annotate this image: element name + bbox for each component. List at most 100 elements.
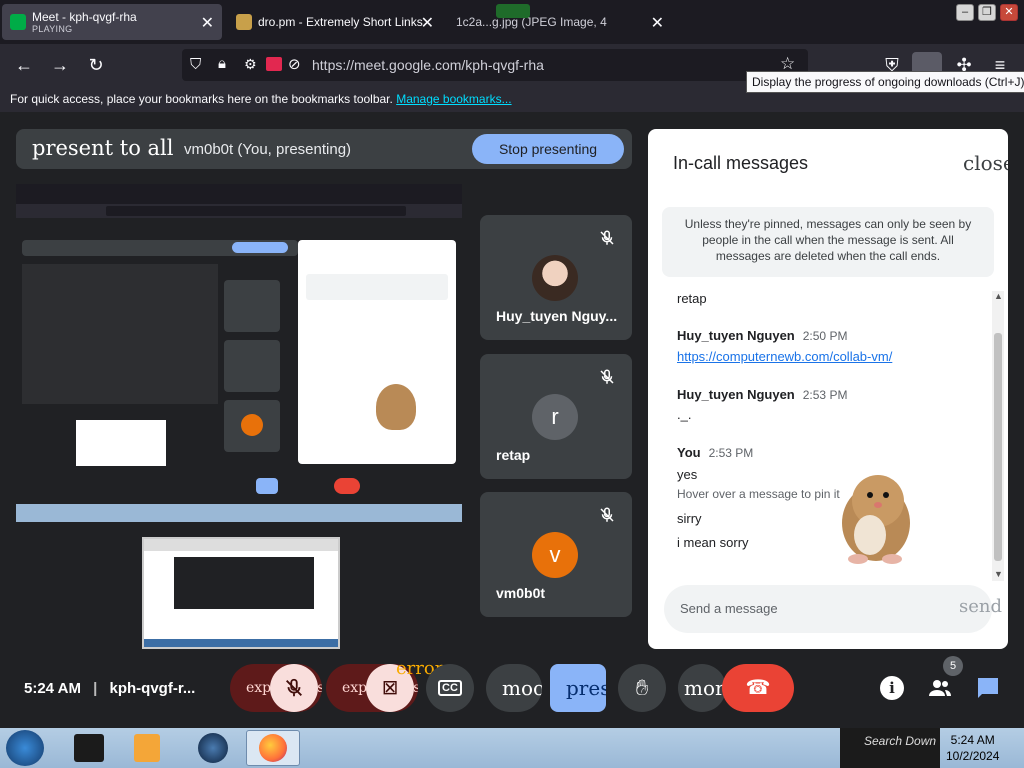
stop-presenting-button[interactable]: Stop presenting	[472, 134, 624, 164]
forward-icon[interactable]: →	[48, 53, 72, 77]
mic-toggle-button[interactable]	[270, 664, 318, 712]
message-link[interactable]: https://computernewb.com/collab-vm/	[677, 349, 892, 364]
reactions-button[interactable]: mood	[486, 664, 542, 712]
chat-icon[interactable]	[976, 676, 1000, 700]
start-button[interactable]	[6, 730, 44, 766]
bookmarks-hint: For quick access, place your bookmarks h…	[10, 92, 393, 106]
send-button[interactable]: send	[959, 583, 1002, 631]
reload-icon[interactable]: ↻	[84, 53, 108, 77]
close-icon[interactable]: ✕	[201, 13, 214, 33]
participant-name: Huy_tuyen Nguy...	[496, 308, 618, 324]
message-header: Huy_tuyen Nguyen 2:53 PM	[677, 387, 847, 402]
preview-tile	[224, 280, 280, 332]
chat-message: ._.	[677, 407, 692, 422]
close-icon[interactable]: ✕	[651, 13, 664, 33]
message-placeholder: Send a message	[680, 601, 778, 616]
shared-thumbnail	[142, 537, 340, 649]
more-options-button[interactable]: more_vert	[678, 664, 726, 712]
mic-off-icon	[600, 230, 614, 245]
preview-chat-info	[306, 274, 448, 300]
tab-meet[interactable]: Meet - kph-qvgf-rha PLAYING ✕	[2, 4, 222, 40]
chat-message: yes	[677, 467, 698, 482]
participant-avatar: r	[532, 394, 578, 440]
tab-strip: Meet - kph-qvgf-rha PLAYING ✕ dro.pm - E…	[0, 0, 1024, 44]
message-header: Huy_tuyen Nguyen 2:50 PM	[677, 328, 847, 343]
meeting-time: 5:24 AM	[24, 680, 81, 697]
screen-share-icon[interactable]	[266, 57, 282, 71]
minimize-icon[interactable]: –	[956, 4, 974, 21]
camera-blocked-icon[interactable]: ⊘	[288, 55, 301, 73]
participant-tile[interactable]: r retap	[480, 354, 632, 479]
back-icon[interactable]: ←	[12, 53, 36, 77]
people-count-badge: 5	[943, 656, 963, 676]
firefox-taskbar-button[interactable]	[246, 730, 300, 766]
meeting-details-icon[interactable]: i	[880, 676, 904, 700]
close-window-icon[interactable]: ✕	[1000, 4, 1018, 21]
preview-tabstrip	[16, 184, 462, 204]
url-bar[interactable]: ⛉ 🔒︎ ⚙ ⊘ https://meet.google.com/kph-qvg…	[182, 49, 808, 81]
taskbar-clock[interactable]: 5:24 AM 10/2/2024	[946, 732, 999, 764]
tab-jpeg[interactable]: 1c2a...g.jpg (JPEG Image, 4 ✕	[448, 4, 672, 40]
message-time: 2:50 PM	[802, 329, 848, 343]
media-player-icon[interactable]	[134, 734, 160, 762]
participant-tile[interactable]: Huy_tuyen Nguy...	[480, 215, 632, 340]
participant-avatar: v	[532, 532, 578, 578]
permissions-icon[interactable]: ⚙	[244, 56, 257, 73]
participant-name: retap	[496, 447, 531, 463]
thumbnail-taskbar	[144, 639, 338, 647]
chat-message: sirry	[677, 511, 702, 526]
preview-tile	[224, 340, 280, 392]
chat-message: https://computernewb.com/collab-vm/	[677, 349, 892, 364]
preview-stop	[232, 242, 288, 253]
present-button[interactable]: present_to_all	[550, 664, 606, 712]
screen: Meet - kph-qvgf-rha PLAYING ✕ dro.pm - E…	[0, 0, 1024, 768]
preview-window	[76, 420, 166, 466]
chat-message: i mean sorry	[677, 535, 749, 550]
people-icon[interactable]	[928, 676, 952, 700]
downloads-tooltip: Display the progress of ongoing download…	[746, 71, 1024, 93]
message-sender: Huy_tuyen Nguyen	[677, 387, 795, 402]
thumbnail-titlebar	[144, 539, 338, 551]
lock-icon[interactable]: 🔒︎	[218, 55, 226, 72]
restore-icon[interactable]: ❐	[978, 4, 996, 21]
tab-playing: PLAYING	[32, 24, 73, 34]
chat-close-button[interactable]: close	[963, 151, 1008, 175]
firefox-icon	[259, 734, 287, 762]
app-globe-icon[interactable]	[198, 733, 228, 763]
close-icon[interactable]: ✕	[421, 13, 434, 33]
leave-call-button[interactable]: ☎	[722, 664, 794, 712]
app-terminal-icon[interactable]	[74, 734, 104, 762]
message-sender: Huy_tuyen Nguyen	[677, 328, 795, 343]
send-message-input[interactable]: Send a message send	[664, 585, 1002, 633]
shared-screen-preview	[16, 184, 462, 522]
tray-area: Search Down	[840, 728, 940, 768]
tray-search[interactable]: Search Down	[864, 734, 936, 748]
shield-icon[interactable]: ⛉	[190, 56, 201, 73]
manage-bookmarks-link[interactable]: Manage bookmarks...	[396, 92, 511, 106]
preview-controls	[16, 474, 462, 498]
camera-off-icon: ⊠	[381, 677, 399, 699]
speaker-icon	[10, 14, 26, 30]
preview-hangup	[334, 478, 360, 494]
message-sender: You	[677, 445, 701, 460]
chat-message: retap	[677, 291, 707, 306]
tab-title: Meet - kph-qvgf-rha	[32, 10, 137, 24]
captions-button[interactable]: CC	[426, 664, 474, 712]
chat-scrollbar[interactable]: ▲ ▼	[992, 291, 1004, 581]
present-to-all-label: present to all	[32, 136, 174, 160]
captions-icon: CC	[438, 680, 462, 696]
gallery-decoration	[496, 4, 530, 18]
hand-icon: ✋︎	[635, 675, 649, 700]
scroll-down-icon[interactable]: ▼	[994, 569, 1003, 579]
scroll-thumb[interactable]	[994, 333, 1002, 561]
scroll-up-icon[interactable]: ▲	[994, 291, 1003, 301]
tab-dropm[interactable]: dro.pm - Extremely Short Links ✕	[228, 4, 442, 40]
raise-hand-button[interactable]: ✋︎	[618, 664, 666, 712]
hamster-sticker	[842, 475, 910, 564]
participant-photo	[532, 255, 578, 301]
mic-off-icon	[600, 507, 614, 522]
chat-title: In-call messages	[673, 153, 809, 173]
preview-hamster	[376, 384, 416, 430]
participant-tile[interactable]: v vm0b0t	[480, 492, 632, 617]
clock-time: 5:24 AM	[950, 733, 995, 747]
